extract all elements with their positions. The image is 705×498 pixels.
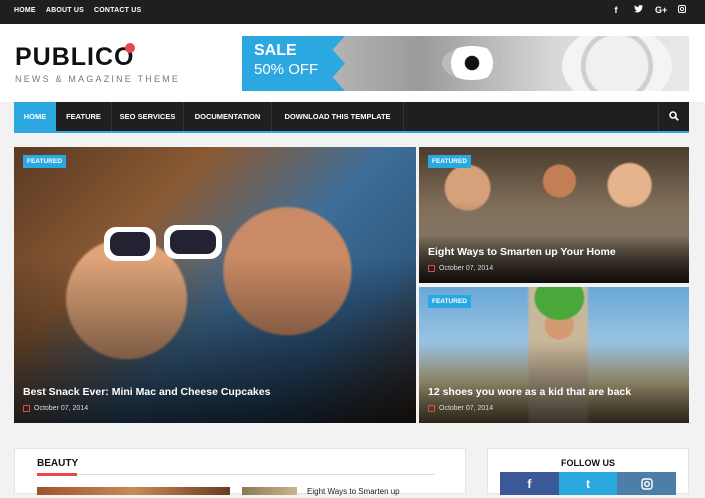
featured-badge[interactable]: FEATURED [428, 295, 471, 308]
featured-date: October 07, 2014 [428, 265, 493, 272]
top-social-icons: f G+ [611, 5, 687, 15]
top-link-home[interactable]: HOME [14, 7, 36, 14]
nav-item-download-template[interactable]: DOWNLOAD THIS TEMPLATE [272, 102, 404, 131]
featured-card-3[interactable]: FEATURED 12 shoes you wore as a kid that… [419, 287, 689, 423]
section-divider [37, 474, 435, 475]
follow-social-row: f t [500, 472, 677, 495]
google-plus-icon[interactable]: G+ [655, 5, 667, 15]
section-title-beauty[interactable]: BEAUTY [37, 458, 78, 469]
logo-red-dot [125, 43, 135, 53]
top-link-contact[interactable]: CONTACT US [94, 7, 141, 14]
nav-item-feature[interactable]: FEATURE [56, 102, 112, 131]
beauty-post-title[interactable]: Eight Ways to Smarten up [307, 487, 400, 496]
calendar-icon [428, 265, 435, 272]
featured-title[interactable]: Best Snack Ever: Mini Mac and Cheese Cup… [23, 386, 270, 398]
featured-title[interactable]: 12 shoes you wore as a kid that are back [428, 386, 631, 398]
main-navigation: HOME FEATURE SEO SERVICES DOCUMENTATION … [14, 102, 689, 133]
featured-title[interactable]: Eight Ways to Smarten up Your Home [428, 246, 616, 258]
site-logo[interactable]: PUBLICO NEWS & MAGAZINE THEME [15, 43, 180, 84]
calendar-icon [23, 405, 30, 412]
card-shade [14, 257, 416, 423]
sale-banner-ad[interactable]: SALE 50% OFF [242, 36, 689, 91]
featured-date-text: October 07, 2014 [439, 265, 494, 272]
nav-item-documentation[interactable]: DOCUMENTATION [184, 102, 272, 131]
instagram-icon[interactable] [617, 472, 677, 495]
follow-widget: FOLLOW US f t [487, 448, 689, 495]
featured-badge[interactable]: FEATURED [428, 155, 471, 168]
nav-item-seo-services[interactable]: SEO SERVICES [112, 102, 184, 131]
sale-discount: 50% OFF [254, 61, 319, 78]
top-links: HOME ABOUT US CONTACT US [14, 7, 141, 14]
section-title-underline [37, 473, 77, 476]
featured-date-text: October 07, 2014 [439, 405, 494, 412]
featured-badge[interactable]: FEATURED [23, 155, 66, 168]
logo-name: PUBLICO [15, 43, 135, 71]
beauty-section: BEAUTY Eight Ways to Smarten up [14, 448, 466, 496]
banner-lemon-image [562, 36, 672, 91]
calendar-icon [428, 405, 435, 412]
site-header: PUBLICO NEWS & MAGAZINE THEME SALE 50% O… [0, 24, 705, 102]
logo-tagline: NEWS & MAGAZINE THEME [15, 74, 181, 84]
twitter-icon[interactable] [633, 5, 643, 15]
sale-label: SALE [254, 42, 297, 59]
facebook-icon[interactable]: f [611, 5, 621, 15]
featured-card-1[interactable]: FEATURED Best Snack Ever: Mini Mac and C… [14, 147, 416, 423]
facebook-icon[interactable]: f [500, 472, 559, 495]
banner-eye-image [442, 46, 502, 80]
section-title-follow: FOLLOW US [561, 458, 615, 468]
nav-item-home[interactable]: HOME [14, 102, 56, 131]
instagram-icon[interactable] [677, 5, 687, 15]
search-icon [669, 111, 679, 121]
twitter-icon[interactable]: t [558, 472, 618, 495]
nav-search-button[interactable] [658, 102, 689, 131]
top-link-about[interactable]: ABOUT US [46, 7, 84, 14]
featured-date: October 07, 2014 [428, 405, 493, 412]
top-bar: HOME ABOUT US CONTACT US f G+ [0, 0, 705, 24]
featured-date-text: October 07, 2014 [34, 405, 89, 412]
featured-date: October 07, 2014 [23, 405, 88, 412]
sale-tag: SALE 50% OFF [242, 36, 345, 91]
featured-card-2[interactable]: FEATURED Eight Ways to Smarten up Your H… [419, 147, 689, 283]
